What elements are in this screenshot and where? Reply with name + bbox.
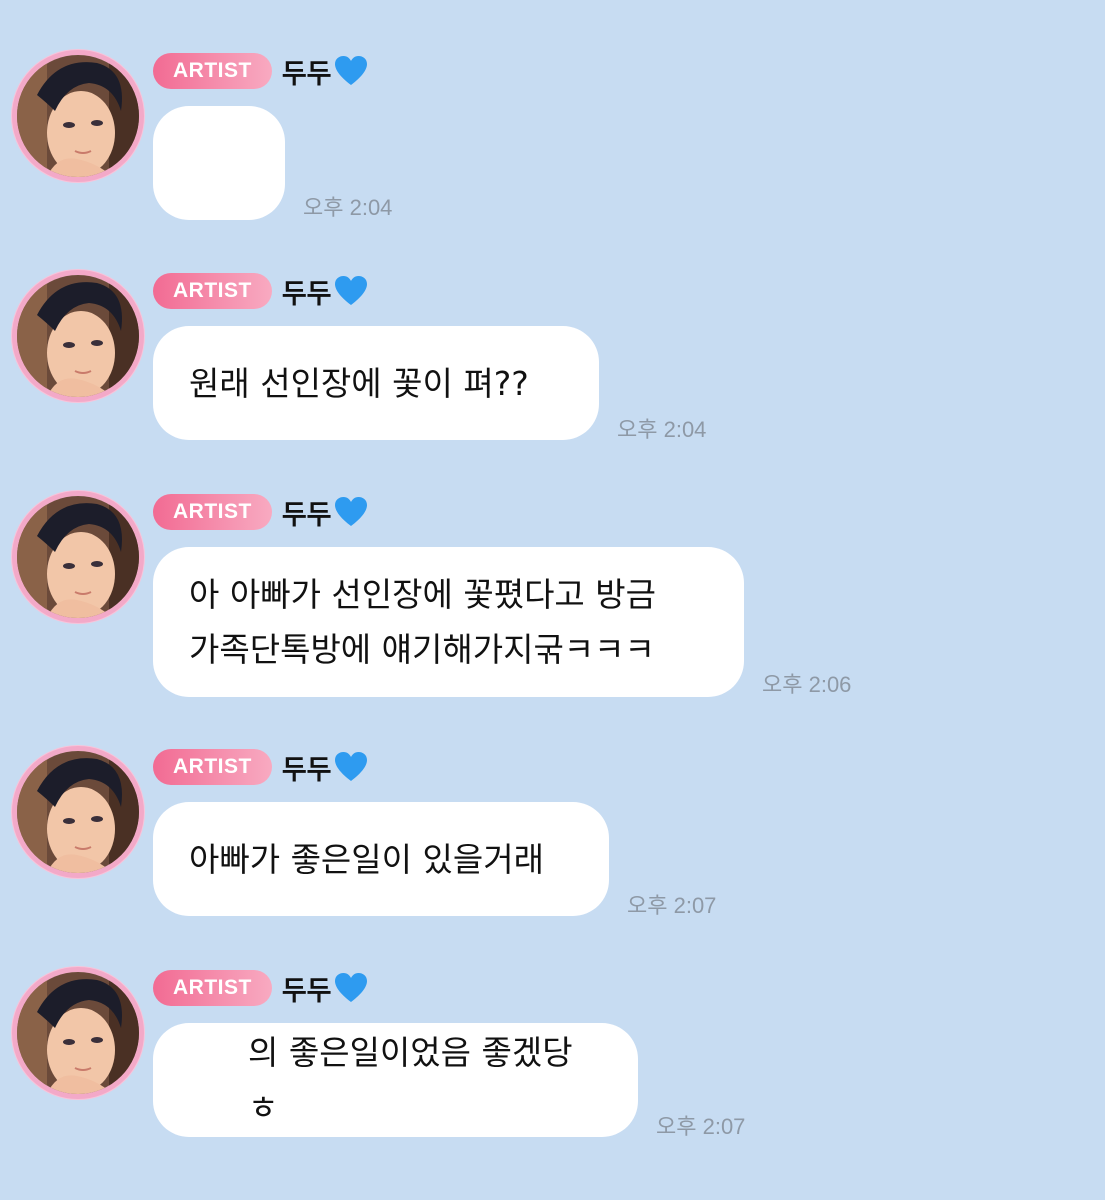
artist-badge: ARTIST bbox=[153, 273, 272, 309]
sender-name[interactable]: 두두 bbox=[282, 272, 368, 311]
sender-name[interactable]: 두두 bbox=[282, 748, 368, 787]
timestamp: 오후 2:07 bbox=[627, 893, 717, 918]
blue-heart-icon bbox=[334, 276, 367, 305]
artist-badge: ARTIST bbox=[153, 749, 272, 785]
message-header: ARTIST 두두 bbox=[153, 969, 368, 1007]
message-text: 의 좋은일이었음 좋겠당ㅎ bbox=[248, 1033, 573, 1127]
message-header: ARTIST 두두 bbox=[153, 493, 368, 531]
message-header: ARTIST 두두 bbox=[153, 52, 368, 90]
chat-message: ARTIST 두두 원래 선인장에 꽃이 펴?? 오후 2:04 bbox=[0, 270, 1105, 470]
chat-message: ARTIST 두두 아 아빠가 선인장에 꽃폈다고 방금 가족단톡방에 얘기해가… bbox=[0, 491, 1105, 697]
message-bubble[interactable]: 원래 선인장에 꽃이 펴?? bbox=[153, 326, 599, 440]
avatar[interactable] bbox=[12, 746, 144, 878]
message-text: 아 아빠가 선인장에 꽃폈다고 방금 가족단톡방에 얘기해가지굮ㅋㅋㅋ bbox=[189, 575, 656, 669]
artist-badge: ARTIST bbox=[153, 970, 272, 1006]
blue-heart-icon bbox=[334, 497, 367, 526]
chat-message: ARTIST 두두 의 좋은일이었음 좋겠당ㅎ 오후 2:07 bbox=[0, 967, 1105, 1167]
avatar[interactable] bbox=[12, 50, 144, 182]
sender-name-text: 두두 bbox=[281, 975, 332, 1007]
sender-name-text: 두두 bbox=[281, 278, 332, 310]
artist-badge: ARTIST bbox=[153, 53, 272, 89]
message-header: ARTIST 두두 bbox=[153, 272, 368, 310]
timestamp: 오후 2:04 bbox=[617, 417, 707, 442]
blue-heart-icon bbox=[334, 752, 367, 781]
blue-heart-icon bbox=[334, 973, 367, 1002]
sender-name-text: 두두 bbox=[281, 754, 332, 786]
timestamp: 오후 2:06 bbox=[762, 672, 852, 697]
message-bubble[interactable]: 아 아빠가 선인장에 꽃폈다고 방금 가족단톡방에 얘기해가지굮ㅋㅋㅋ bbox=[153, 547, 744, 697]
blue-heart-icon bbox=[334, 56, 367, 85]
timestamp: 오후 2:04 bbox=[303, 195, 393, 220]
sender-name-text: 두두 bbox=[281, 499, 332, 531]
message-text: 원래 선인장에 꽃이 펴?? bbox=[189, 363, 529, 403]
message-bubble[interactable] bbox=[153, 106, 285, 220]
sender-name[interactable]: 두두 bbox=[282, 493, 368, 532]
avatar[interactable] bbox=[12, 270, 144, 402]
timestamp: 오후 2:07 bbox=[656, 1114, 746, 1139]
message-text: 아빠가 좋은일이 있을거래 bbox=[189, 839, 544, 879]
sender-name[interactable]: 두두 bbox=[282, 52, 368, 91]
message-bubble[interactable]: 아빠가 좋은일이 있을거래 bbox=[153, 802, 609, 916]
artist-badge: ARTIST bbox=[153, 494, 272, 530]
message-header: ARTIST 두두 bbox=[153, 748, 368, 786]
chat-message: ARTIST 두두 아빠가 좋은일이 있을거래 오후 2:07 bbox=[0, 746, 1105, 946]
chat-message: ARTIST 두두 오후 2:04 bbox=[0, 50, 1105, 250]
sender-name[interactable]: 두두 bbox=[282, 969, 368, 1008]
avatar[interactable] bbox=[12, 491, 144, 623]
sender-name-text: 두두 bbox=[281, 58, 332, 90]
avatar[interactable] bbox=[12, 967, 144, 1099]
message-bubble[interactable]: 의 좋은일이었음 좋겠당ㅎ bbox=[153, 1023, 638, 1137]
